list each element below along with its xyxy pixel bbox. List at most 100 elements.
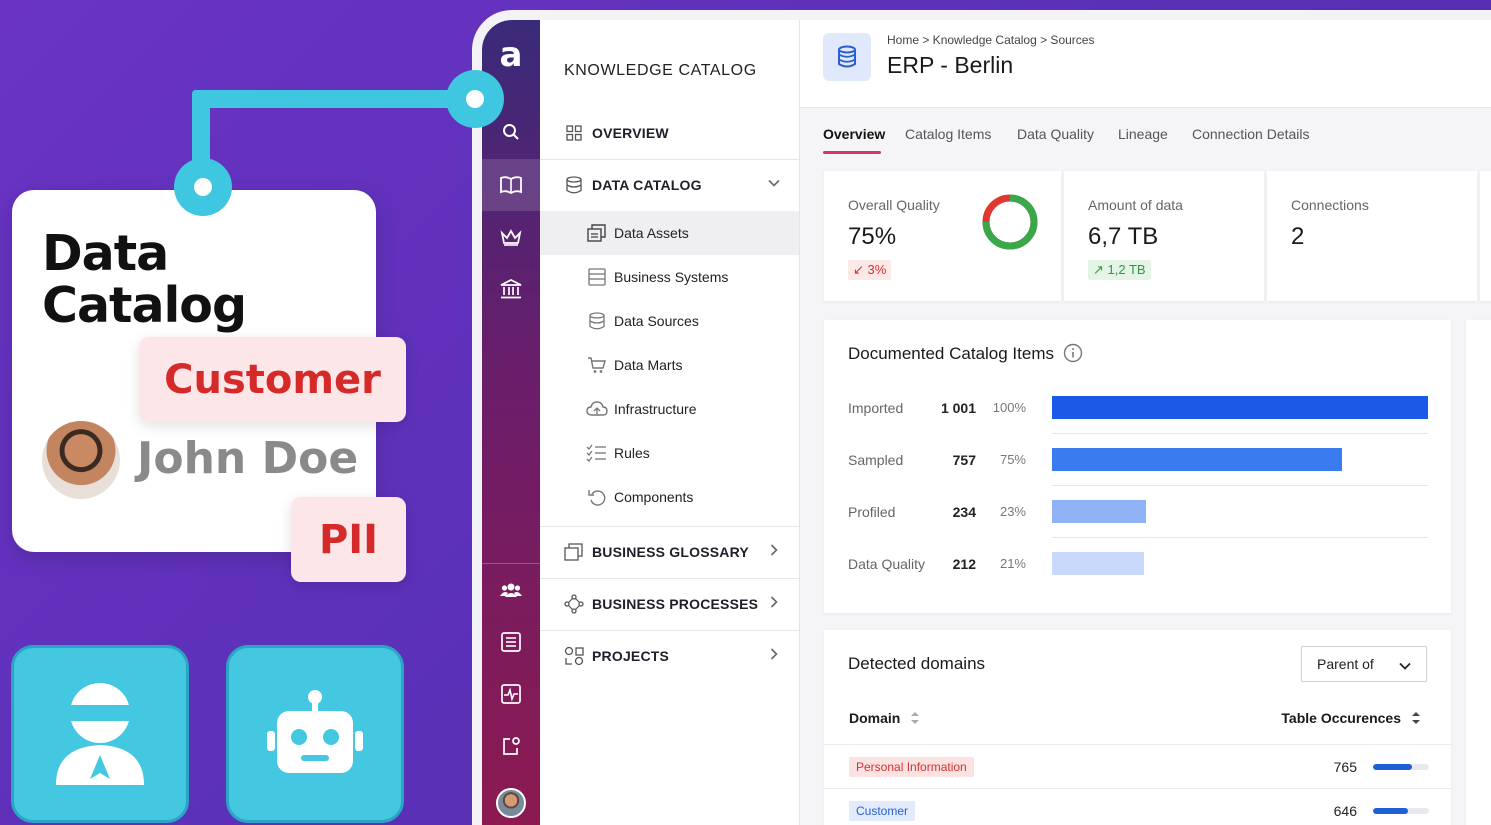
tab-lineage[interactable]: Lineage <box>1118 126 1168 142</box>
sub-item-label: Rules <box>614 445 650 461</box>
chevron-right-icon <box>770 596 778 608</box>
nav-business-processes[interactable]: BUSINESS PROCESSES <box>540 578 799 630</box>
sub-item-label: Components <box>614 489 694 505</box>
col-header-label: Table Occurences <box>1281 710 1401 726</box>
database-icon <box>564 175 584 195</box>
source-icon <box>823 33 871 81</box>
icon-rail: a <box>482 20 540 825</box>
kpi-value: 2 <box>1291 223 1305 250</box>
nav-data-catalog-label: DATA CATALOG <box>592 177 702 193</box>
grid-icon <box>564 123 584 143</box>
kpi-value: 75% <box>848 223 897 250</box>
card-title-line: Catalog <box>42 277 247 334</box>
sort-icon <box>911 712 920 724</box>
sidebar-nav: KNOWLEDGE CATALOG OVERVIEW DATA CATALOG … <box>540 20 800 825</box>
tab-overview[interactable]: Overview <box>823 126 885 142</box>
col-header-domain[interactable]: Domain <box>849 710 920 726</box>
occurence-bar <box>1373 808 1429 814</box>
bar-count: 234 <box>952 504 976 520</box>
bar <box>1052 500 1146 523</box>
undo-icon <box>586 487 608 507</box>
share-icon <box>503 737 520 755</box>
sub-item-data-sources[interactable]: Data Sources <box>540 299 799 343</box>
sub-item-label: Data Assets <box>614 225 689 241</box>
user-avatar[interactable] <box>496 788 526 818</box>
nav-projects-label: PROJECTS <box>592 648 670 664</box>
process-icon <box>564 594 584 614</box>
avatar <box>42 421 120 499</box>
glossary-icon <box>564 542 584 562</box>
database-icon <box>586 311 608 331</box>
arrow-up-icon: ↗ <box>1093 262 1104 277</box>
rail-users[interactable] <box>482 564 540 616</box>
sub-item-infrastructure[interactable]: Infrastructure <box>540 387 799 431</box>
bar-label: Imported <box>848 400 904 416</box>
sub-item-rules[interactable]: Rules <box>540 431 799 475</box>
nav-data-catalog[interactable]: DATA CATALOG <box>540 159 799 211</box>
kpi-partial <box>1480 171 1491 301</box>
kpi-overall-quality: Overall Quality 75% ↙ 3% <box>824 171 1061 301</box>
pii-tag: PII <box>291 497 406 582</box>
breadcrumb[interactable]: Home > Knowledge Catalog > Sources <box>887 33 1094 47</box>
nav-overview[interactable]: OVERVIEW <box>540 107 799 159</box>
table-row[interactable]: Personal Information 765 <box>824 744 1452 788</box>
bar-count: 757 <box>952 452 976 468</box>
sub-item-components[interactable]: Components <box>540 475 799 519</box>
occurence-bar-fill <box>1373 808 1408 814</box>
cloud-icon <box>586 399 608 419</box>
nav-business-processes-label: BUSINESS PROCESSES <box>592 596 759 612</box>
bar-count: 212 <box>952 556 976 572</box>
info-icon[interactable] <box>1063 343 1083 363</box>
card-title: Data Catalog <box>42 228 247 334</box>
rail-share[interactable] <box>482 720 540 772</box>
app-logo[interactable]: a <box>494 38 528 72</box>
rail-catalog[interactable] <box>482 159 540 211</box>
kpi-connections: Connections 2 <box>1267 171 1477 301</box>
arrow-down-icon: ↙ <box>853 262 864 277</box>
person-name: John Doe <box>137 433 359 484</box>
chevron-down-icon <box>1399 662 1411 670</box>
sub-item-data-marts[interactable]: Data Marts <box>540 343 799 387</box>
col-header-occurences[interactable]: Table Occurences <box>1281 710 1421 726</box>
bank-icon <box>500 279 522 299</box>
robot-icon <box>267 690 363 773</box>
relation-select[interactable]: Parent of <box>1301 646 1427 682</box>
sub-item-data-assets[interactable]: Data Assets <box>540 211 799 255</box>
rail-list[interactable] <box>482 616 540 668</box>
occurence-value: 765 <box>1333 759 1357 775</box>
bar-row: Data Quality 212 21% <box>848 538 1428 590</box>
data-assets-icon <box>586 223 608 243</box>
domain-chip[interactable]: Customer <box>849 801 916 821</box>
page-title: ERP - Berlin <box>887 52 1014 78</box>
table-row[interactable]: Customer 646 <box>824 788 1452 825</box>
tab-data-quality[interactable]: Data Quality <box>1017 126 1094 142</box>
kpi-label: Overall Quality <box>848 197 940 213</box>
list-icon <box>501 632 521 652</box>
bar <box>1052 396 1428 419</box>
sub-item-business-systems[interactable]: Business Systems <box>540 255 799 299</box>
delta-value: 3% <box>867 262 887 277</box>
panel-title: Documented Catalog Items <box>848 344 1054 363</box>
rail-crown[interactable] <box>482 211 540 263</box>
nav-business-glossary[interactable]: BUSINESS GLOSSARY <box>540 526 799 578</box>
sub-item-label: Data Sources <box>614 313 699 329</box>
rail-activity[interactable] <box>482 668 540 720</box>
active-tab-indicator <box>823 151 881 154</box>
bar-count: 1 001 <box>940 400 976 416</box>
occurence-value: 646 <box>1333 803 1357 819</box>
kpi-amount-of-data: Amount of data 6,7 TB ↗ 1,2 TB <box>1064 171 1264 301</box>
book-icon <box>500 176 522 194</box>
tab-catalog-items[interactable]: Catalog Items <box>905 126 991 142</box>
nav-projects[interactable]: PROJECTS <box>540 630 799 682</box>
tab-connection-details[interactable]: Connection Details <box>1192 126 1310 142</box>
occurence-bar-fill <box>1373 764 1413 770</box>
bar-label: Data Quality <box>848 556 926 572</box>
bar-row: Profiled 234 23% <box>848 486 1428 538</box>
sub-item-label: Data Marts <box>614 357 683 373</box>
rail-bank[interactable] <box>482 263 540 315</box>
main-content: Home > Knowledge Catalog > Sources ERP -… <box>800 20 1491 825</box>
projects-icon <box>564 646 584 666</box>
domain-chip[interactable]: Personal Information <box>849 757 974 777</box>
bar <box>1052 448 1342 471</box>
robot-tile <box>226 645 404 823</box>
